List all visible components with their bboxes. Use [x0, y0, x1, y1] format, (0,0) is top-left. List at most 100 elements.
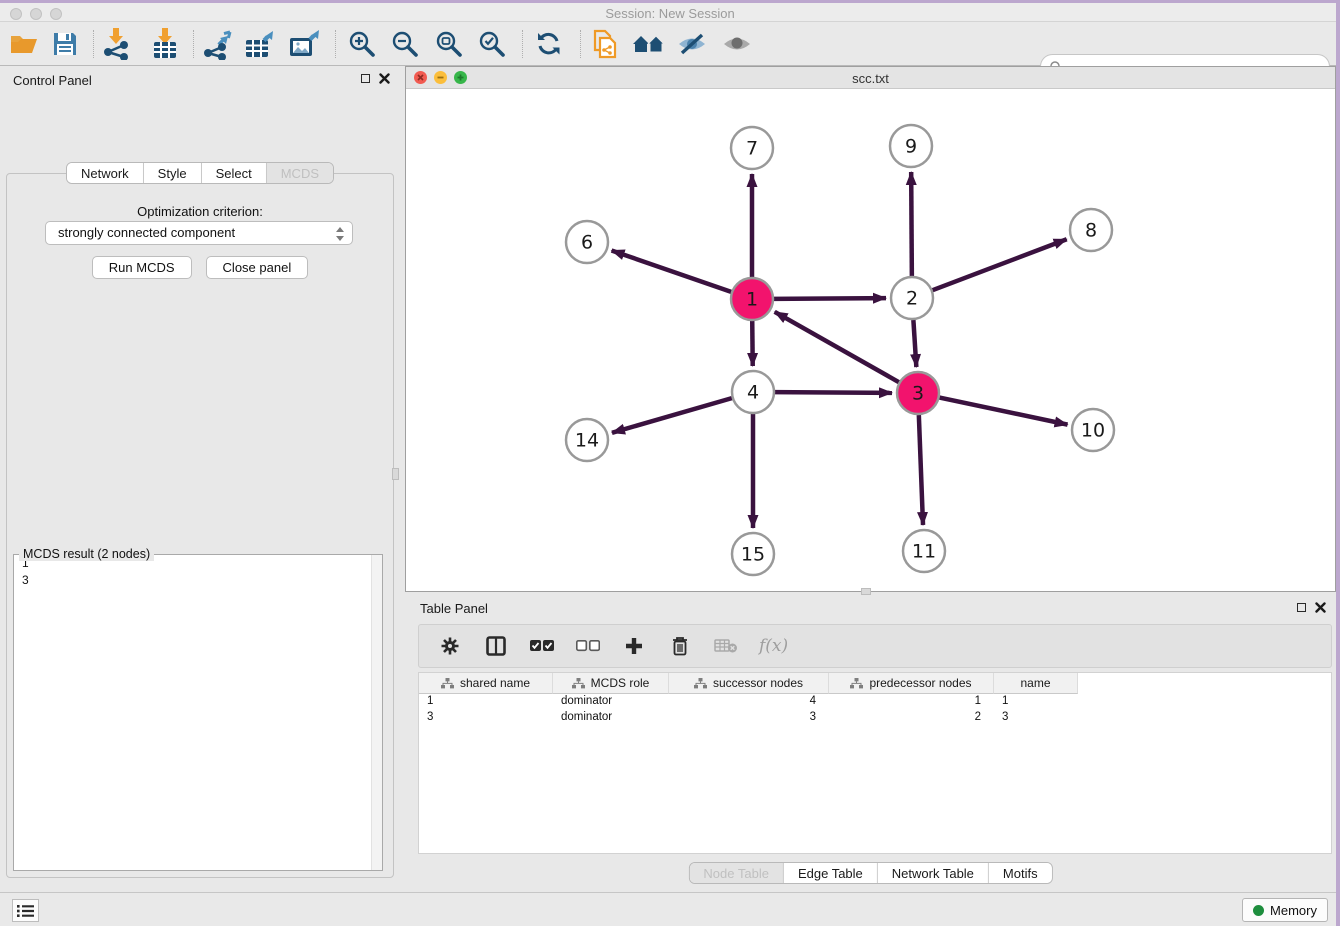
graph-edge-4-3[interactable]	[775, 392, 892, 393]
float-panel-icon[interactable]	[361, 74, 370, 83]
graph-edge-2-3[interactable]	[913, 320, 916, 367]
result-list-item[interactable]: 3	[14, 572, 382, 589]
control-panel-tabs: Network Style Select MCDS	[66, 162, 334, 184]
task-list-icon	[17, 904, 34, 918]
hide-selected-icon[interactable]	[674, 27, 710, 61]
graph-edge-1-6[interactable]	[612, 250, 732, 291]
network-graph[interactable]: 7 9 6 8 1 2 4 3 14 10 15 11	[407, 90, 1336, 592]
graph-edge-1-2[interactable]	[774, 298, 886, 299]
column-header[interactable]: predecessor nodes	[829, 673, 994, 694]
svg-text:9: 9	[905, 136, 917, 158]
graph-node-6[interactable]: 6	[566, 221, 608, 263]
close-panel-icon[interactable]	[379, 73, 390, 84]
column-header[interactable]: MCDS role	[553, 673, 669, 694]
show-columns-icon[interactable]	[483, 633, 509, 659]
table-cell: 1	[994, 694, 1078, 710]
tab-select[interactable]: Select	[202, 163, 267, 183]
graph-edge-3-10[interactable]	[940, 398, 1068, 425]
select-all-rows-icon[interactable]	[529, 633, 555, 659]
svg-text:7: 7	[746, 138, 758, 160]
desktop-background-strip	[1336, 0, 1340, 926]
tab-network[interactable]: Network	[67, 163, 144, 183]
open-file-icon[interactable]	[6, 27, 42, 61]
graph-edge-3-11[interactable]	[919, 415, 923, 525]
svg-text:15: 15	[741, 544, 765, 566]
network-canvas[interactable]: 7 9 6 8 1 2 4 3 14 10 15 11	[407, 90, 1334, 590]
zoom-out-icon[interactable]	[387, 27, 423, 61]
svg-text:2: 2	[906, 288, 918, 310]
export-table-icon[interactable]	[243, 27, 279, 61]
clone-network-icon[interactable]	[587, 27, 623, 61]
memory-button[interactable]: Memory	[1242, 898, 1328, 922]
graph-node-8[interactable]: 8	[1070, 209, 1112, 251]
zoom-fit-icon[interactable]	[431, 27, 467, 61]
svg-text:11: 11	[912, 541, 936, 563]
shared-column-icon	[850, 678, 863, 689]
toolbar-separator	[93, 30, 94, 58]
column-header[interactable]: name	[994, 673, 1078, 694]
control-panel: Control Panel Network Style Select MCDS …	[0, 66, 400, 892]
import-table-icon[interactable]	[147, 27, 183, 61]
graph-node-4[interactable]: 4	[732, 371, 774, 413]
svg-text:1: 1	[746, 289, 758, 311]
horizontal-splitter-grip[interactable]	[861, 588, 871, 595]
result-scrollbar[interactable]	[371, 555, 382, 870]
tab-motifs[interactable]: Motifs	[989, 863, 1052, 883]
graph-node-15[interactable]: 15	[732, 533, 774, 575]
export-image-icon[interactable]	[287, 27, 323, 61]
deselect-all-rows-icon[interactable]	[575, 633, 601, 659]
run-mcds-button[interactable]: Run MCDS	[92, 256, 192, 279]
graph-node-9[interactable]: 9	[890, 125, 932, 167]
add-column-icon[interactable]	[621, 633, 647, 659]
titlebar[interactable]: Session: New Session	[0, 3, 1340, 22]
shared-column-icon	[441, 678, 454, 689]
float-table-panel-icon[interactable]	[1297, 603, 1306, 612]
close-panel-button[interactable]: Close panel	[206, 256, 309, 279]
graph-node-2[interactable]: 2	[891, 277, 933, 319]
graph-node-7[interactable]: 7	[731, 127, 773, 169]
column-header[interactable]: successor nodes	[669, 673, 829, 694]
graph-node-1[interactable]: 1	[731, 278, 773, 320]
tab-network-table[interactable]: Network Table	[878, 863, 989, 883]
table-cell	[1078, 694, 1331, 710]
refresh-icon[interactable]	[531, 27, 567, 61]
zoom-in-icon[interactable]	[344, 27, 380, 61]
toolbar-separator	[193, 30, 194, 58]
close-table-panel-icon[interactable]	[1315, 602, 1326, 613]
graph-node-10[interactable]: 10	[1072, 409, 1114, 451]
delete-column-icon[interactable]	[667, 633, 693, 659]
table-settings-gear-icon[interactable]	[437, 633, 463, 659]
criterion-dropdown[interactable]: strongly connected component	[45, 221, 353, 245]
graph-edge-2-9[interactable]	[911, 172, 912, 276]
function-builder-icon: f(x)	[759, 636, 788, 656]
tab-node-table[interactable]: Node Table	[689, 863, 784, 883]
graph-node-14[interactable]: 14	[566, 419, 608, 461]
svg-text:10: 10	[1081, 420, 1105, 442]
task-history-button[interactable]	[12, 899, 39, 922]
toolbar-separator	[522, 30, 523, 58]
svg-text:14: 14	[575, 430, 599, 452]
mcds-result-list[interactable]: 13	[14, 555, 382, 870]
save-session-icon[interactable]	[47, 27, 83, 61]
tab-edge-table[interactable]: Edge Table	[784, 863, 878, 883]
home-icon[interactable]	[631, 27, 667, 61]
table-cell: dominator	[553, 710, 669, 726]
graph-edge-2-8[interactable]	[933, 239, 1067, 290]
graph-edge-3-1[interactable]	[775, 312, 899, 382]
graph-node-3[interactable]: 3	[897, 372, 939, 414]
graph-edge-4-14[interactable]	[612, 398, 732, 433]
zoom-selected-icon[interactable]	[474, 27, 510, 61]
show-all-icon[interactable]	[719, 27, 755, 61]
table-row[interactable]: 3dominator323	[419, 710, 1331, 726]
network-window-titlebar[interactable]: scc.txt	[406, 67, 1335, 89]
node-table[interactable]: shared name MCDS role successor nodes pr…	[418, 672, 1332, 854]
control-panel-title: Control Panel	[13, 73, 92, 88]
export-network-icon[interactable]	[200, 27, 236, 61]
table-row[interactable]: 1dominator411	[419, 694, 1331, 710]
panel-splitter-grip[interactable]	[392, 468, 399, 480]
column-header[interactable]: shared name	[419, 673, 553, 694]
tab-style[interactable]: Style	[144, 163, 202, 183]
tab-mcds[interactable]: MCDS	[267, 163, 333, 183]
import-network-icon[interactable]	[99, 27, 135, 61]
graph-node-11[interactable]: 11	[903, 530, 945, 572]
